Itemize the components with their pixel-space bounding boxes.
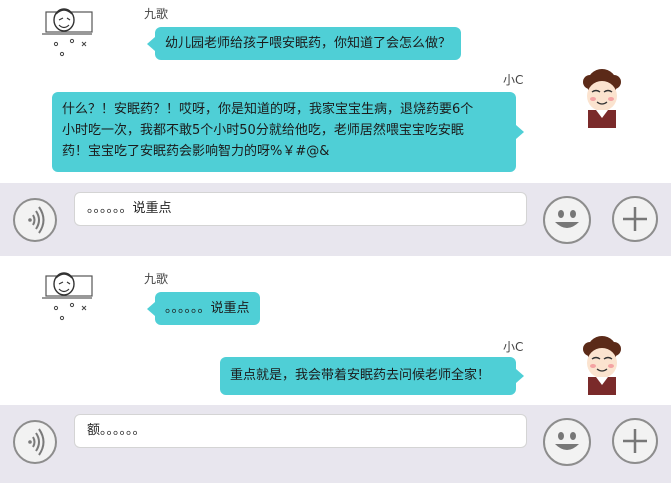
outgoing-message-line: 小时吃一次，我都不敢5个小时50分就给他吃，老师居然喂宝宝吃安眠 xyxy=(62,123,464,138)
voice-icon xyxy=(28,206,45,234)
add-button[interactable] xyxy=(612,418,658,464)
outgoing-sender-name: 小C xyxy=(503,73,524,87)
message-input[interactable]: 。。。。。。说重点 xyxy=(74,192,527,226)
outgoing-sender-name: 小C xyxy=(503,340,524,354)
outgoing-message-line: 药！宝宝吃了安眠药会影响智力的呀%￥#@& xyxy=(62,144,330,159)
input-bar-2: 额。。。。。。 xyxy=(0,405,671,483)
incoming-sender-name: 九歌 xyxy=(144,272,169,286)
outgoing-avatar xyxy=(583,69,621,128)
outgoing-avatar xyxy=(583,336,621,395)
add-button[interactable] xyxy=(612,196,658,242)
voice-button[interactable] xyxy=(13,420,57,464)
incoming-avatar xyxy=(42,8,93,57)
plus-icon xyxy=(623,207,647,231)
emoji-button[interactable] xyxy=(543,418,591,466)
incoming-message-text: 。。。。。。说重点 xyxy=(165,301,250,316)
outgoing-message-bubble[interactable]: 重点就是，我会带着安眠药去问候老师全家！ xyxy=(220,357,524,395)
incoming-message-text: 幼儿园老师给孩子喂安眠药，你知道了会怎么做？ xyxy=(165,36,452,51)
chat-panel-2: 九歌 。。。。。。说重点 小C 重点就是，我会带着安眠药去问候老师全家！ xyxy=(0,256,671,405)
outgoing-message-text: 重点就是，我会带着安眠药去问候老师全家！ xyxy=(230,368,491,383)
incoming-message-bubble[interactable]: 幼儿园老师给孩子喂安眠药，你知道了会怎么做？ xyxy=(146,27,462,60)
voice-button[interactable] xyxy=(13,198,57,242)
incoming-sender-name: 九歌 xyxy=(144,7,169,21)
smiley-icon xyxy=(555,210,579,228)
emoji-button[interactable] xyxy=(543,196,591,244)
voice-icon xyxy=(28,428,45,456)
smiley-icon xyxy=(555,432,579,450)
message-input[interactable]: 额。。。。。。 xyxy=(74,414,527,448)
input-bar-1: 。。。。。。说重点 xyxy=(0,183,671,256)
outgoing-message-bubble[interactable]: 什么？！安眠药？！哎呀，你是知道的呀，我家宝宝生病，退烧药要6个 小时吃一次，我… xyxy=(52,92,524,172)
outgoing-message-line: 什么？！安眠药？！哎呀，你是知道的呀，我家宝宝生病，退烧药要6个 xyxy=(62,102,474,117)
chat-panel-1: 九歌 幼儿园老师给孩子喂安眠药，你知道了会怎么做？ 小C 什么？！安眠药？！哎呀… xyxy=(0,0,671,183)
incoming-avatar xyxy=(42,272,93,321)
incoming-message-bubble[interactable]: 。。。。。。说重点 xyxy=(147,292,260,325)
plus-icon xyxy=(623,429,647,453)
